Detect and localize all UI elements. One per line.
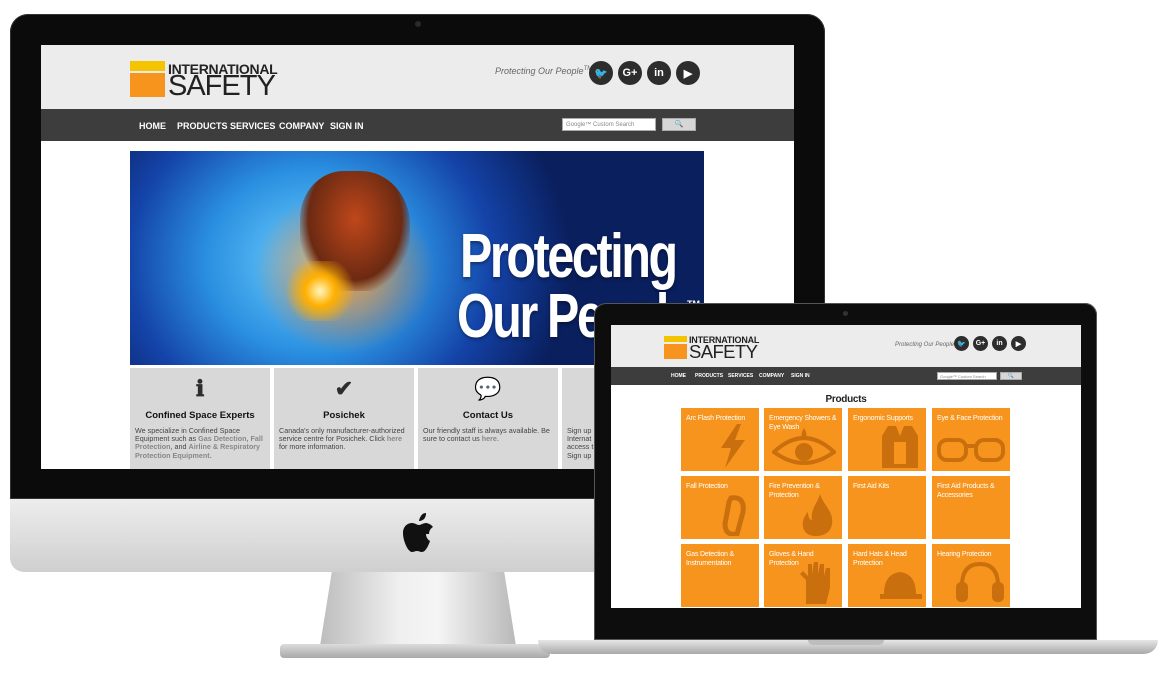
product-tile-emergency-showers[interactable]: Emergency Showers & Eye Wash bbox=[764, 408, 842, 471]
logo-line2: SAFETY bbox=[689, 341, 758, 362]
product-tile-first-aid-products[interactable]: First Aid Products & Accessories bbox=[932, 476, 1010, 539]
info-icon: ℹ bbox=[195, 376, 205, 401]
hard-hat-icon bbox=[880, 572, 922, 599]
product-tile-hard-hats[interactable]: Hard Hats & Head Protection bbox=[848, 544, 926, 607]
card-text: We specialize in Confined Space Equipmen… bbox=[135, 426, 263, 460]
nav-company[interactable]: COMPANY bbox=[279, 121, 324, 131]
carabiner-icon bbox=[722, 495, 746, 536]
nav-products[interactable]: PRODUCTS bbox=[177, 121, 228, 131]
product-label: Arc Flash Protection bbox=[686, 415, 746, 422]
nav-products[interactable]: PRODUCTS bbox=[695, 373, 723, 379]
tagline: Protecting Our PeopleTM bbox=[495, 66, 593, 76]
nav-company[interactable]: COMPANY bbox=[759, 373, 784, 379]
laptop-notch bbox=[808, 640, 884, 645]
main-nav: HOME PRODUCTS SERVICES COMPANY SIGN IN G… bbox=[611, 367, 1081, 385]
linkedin-icon[interactable]: in bbox=[647, 61, 671, 85]
card-text: Canada's only manufacturer-authorized se… bbox=[279, 426, 405, 452]
chat-bubbles-icon: 💬 bbox=[474, 376, 502, 401]
product-label: Hearing Protection bbox=[937, 551, 992, 558]
twitter-icon[interactable]: 🐦 bbox=[954, 336, 969, 351]
google-plus-icon[interactable]: G+ bbox=[618, 61, 642, 85]
imac-stand bbox=[320, 572, 516, 646]
nav-sign-in[interactable]: SIGN IN bbox=[330, 121, 364, 131]
lightning-icon bbox=[721, 424, 745, 468]
nav-home[interactable]: HOME bbox=[671, 373, 686, 379]
main-nav: HOME PRODUCTS SERVICES COMPANY SIGN IN G… bbox=[41, 109, 794, 141]
linkedin-icon[interactable]: in bbox=[992, 336, 1007, 351]
product-tile-fall-protection[interactable]: Fall Protection bbox=[681, 476, 759, 539]
google-plus-icon[interactable]: G+ bbox=[973, 336, 988, 351]
safety-vest-icon bbox=[882, 426, 918, 468]
imac-camera bbox=[415, 21, 421, 27]
laptop-screen: INTERNATIONAL SAFETY Protecting Our Peop… bbox=[611, 325, 1081, 608]
page-title: Products bbox=[825, 394, 867, 405]
hero-sparks-image bbox=[280, 261, 360, 321]
safety-glasses-icon bbox=[937, 438, 1005, 462]
card-link[interactable]: here bbox=[482, 434, 497, 443]
card-title: Contact Us bbox=[462, 410, 514, 421]
feature-card-contact: 💬 Contact Us Our friendly staff is alway… bbox=[418, 368, 558, 469]
product-tile-gas-detection[interactable]: Gas Detection & Instrumentation bbox=[681, 544, 759, 607]
card-text: Sign up Internat access t Sign up bbox=[567, 426, 594, 460]
feature-card-posichek: ✔ Posichek Canada's only manufacturer-au… bbox=[274, 368, 414, 469]
product-label: Ergonomic Supports bbox=[853, 415, 913, 422]
product-tile-fire[interactable]: Fire Prevention & Protection bbox=[764, 476, 842, 539]
product-tile-arc-flash[interactable]: Arc Flash Protection bbox=[681, 408, 759, 471]
logo-mark-yellow bbox=[130, 61, 165, 71]
youtube-icon[interactable]: ▶ bbox=[1011, 336, 1026, 351]
product-label: First Aid Products & Accessories bbox=[937, 483, 995, 499]
twitter-icon[interactable]: 🐦 bbox=[589, 61, 613, 85]
nav-sign-in[interactable]: SIGN IN bbox=[791, 373, 810, 379]
search-button[interactable]: 🔍 bbox=[1000, 372, 1022, 380]
nav-home[interactable]: HOME bbox=[139, 121, 166, 131]
nav-services[interactable]: SERVICES bbox=[728, 373, 753, 379]
product-tile-hearing[interactable]: Hearing Protection bbox=[932, 544, 1010, 607]
product-label: Eye & Face Protection bbox=[937, 415, 1003, 422]
logo-line2: SAFETY bbox=[168, 70, 276, 102]
product-label: Fall Protection bbox=[686, 483, 728, 490]
product-tile-eye-face[interactable]: Eye & Face Protection bbox=[932, 408, 1010, 471]
card-title: Posichek bbox=[323, 410, 365, 421]
tagline: Protecting Our PeopleTM bbox=[895, 339, 960, 348]
card-text: Our friendly staff is always available. … bbox=[423, 426, 550, 444]
logo-mark-orange bbox=[664, 344, 687, 359]
nav-services[interactable]: SERVICES bbox=[230, 121, 275, 131]
youtube-icon[interactable]: ▶ bbox=[676, 61, 700, 85]
ear-muffs-icon bbox=[956, 561, 1004, 602]
search-input[interactable]: Google™ Custom Search bbox=[562, 118, 656, 131]
product-tile-first-aid-kits[interactable]: First Aid Kits bbox=[848, 476, 926, 539]
search-button[interactable]: 🔍 bbox=[662, 118, 696, 131]
product-label: Gas Detection & Instrumentation bbox=[686, 551, 734, 567]
card-title: Confined Space Experts bbox=[145, 410, 255, 421]
logo-mark-orange bbox=[130, 73, 165, 97]
product-label: First Aid Kits bbox=[853, 483, 890, 490]
laptop-camera bbox=[843, 311, 848, 316]
card-link[interactable]: here bbox=[387, 434, 402, 443]
site-header: INTERNATIONAL SAFETY Protecting Our Peop… bbox=[41, 45, 794, 109]
product-tile-ergonomic[interactable]: Ergonomic Supports bbox=[848, 408, 926, 471]
fire-icon bbox=[802, 494, 833, 536]
feature-card-confined-space: ℹ Confined Space Experts We specialize i… bbox=[130, 368, 270, 469]
glove-icon bbox=[800, 562, 830, 604]
checkmark-icon: ✔ bbox=[334, 376, 354, 401]
apple-logo-icon bbox=[403, 513, 433, 552]
logo-mark-yellow bbox=[664, 336, 687, 342]
eye-icon bbox=[772, 428, 836, 465]
product-tile-gloves[interactable]: Gloves & Hand Protection bbox=[764, 544, 842, 607]
imac-stand-foot bbox=[280, 644, 550, 658]
search-input[interactable]: Google™ Custom Search bbox=[937, 372, 997, 380]
site-header: INTERNATIONAL SAFETY Protecting Our Peop… bbox=[611, 325, 1081, 367]
